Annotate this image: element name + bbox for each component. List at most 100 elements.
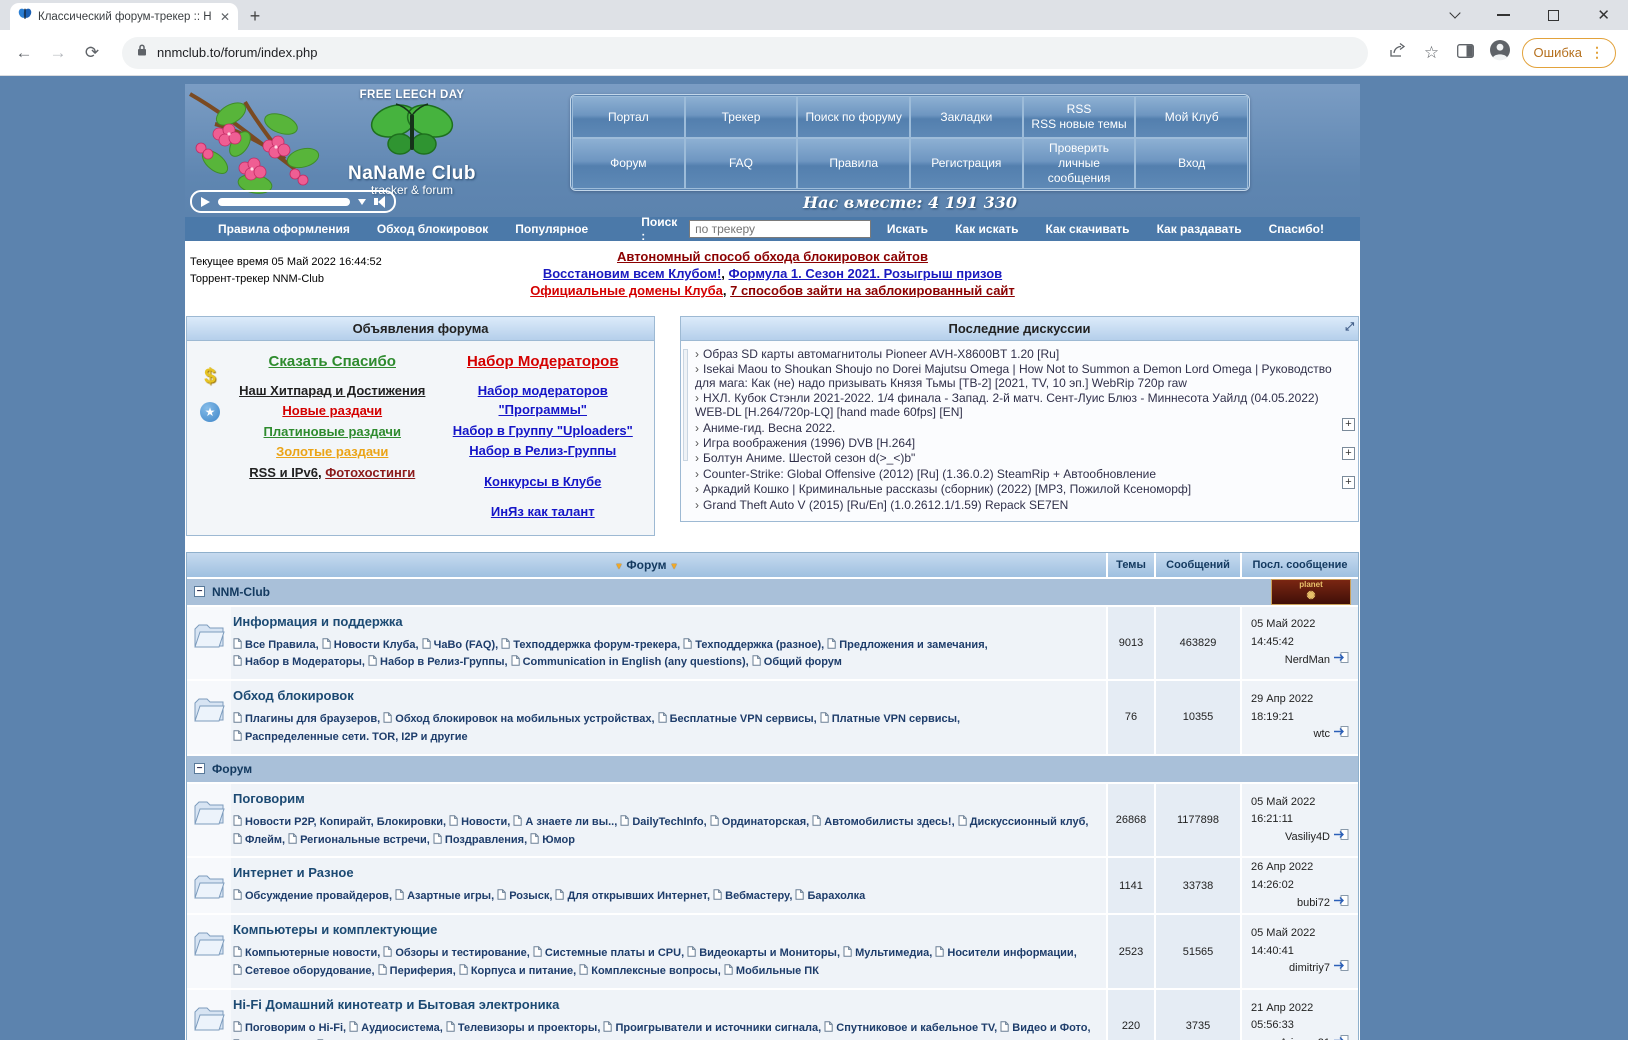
sort-arrow-icon[interactable]: ▼ xyxy=(670,561,679,571)
last-post-user[interactable]: wtc xyxy=(1314,726,1331,744)
subnav-link[interactable]: Спасибо! xyxy=(1269,222,1324,236)
subforum-link[interactable]: Комплексные вопросы xyxy=(579,964,718,977)
nav-button[interactable]: Трекер xyxy=(684,96,798,138)
announcement-link[interactable]: Наш Хитпарад и Достижения xyxy=(239,383,425,398)
subforum-link[interactable]: Автомобилисты здесь! xyxy=(812,815,952,828)
site-logo-title[interactable]: NaNaMe Club xyxy=(337,163,487,185)
window-chevron-icon[interactable] xyxy=(1449,7,1462,19)
subforum-link[interactable]: Обсуждение провайдеров xyxy=(233,889,389,902)
subforum-link[interactable]: Проигрыватели и источники сигнала xyxy=(603,1021,818,1034)
discussion-link[interactable]: › Аниме-гид. Весна 2022. xyxy=(695,421,1338,436)
goto-last-post-icon[interactable] xyxy=(1334,651,1349,670)
nav-button[interactable]: Правила xyxy=(797,138,911,189)
nav-button[interactable]: Регистрация xyxy=(910,138,1023,189)
subforum-link[interactable]: Спутниковое и кабельное TV xyxy=(824,1021,994,1034)
subnav-link[interactable]: Популярное xyxy=(515,222,588,236)
expand-plus-icon[interactable]: + xyxy=(1342,447,1355,460)
announcement-link[interactable]: Формула 1. Сезон 2021. Розыгрыш призов xyxy=(729,266,1003,281)
subforum-link[interactable]: Общий форум xyxy=(752,655,842,668)
volume-icon[interactable] xyxy=(374,195,385,208)
tab-close-icon[interactable]: ✕ xyxy=(220,10,230,24)
nav-button[interactable]: Проверить личные сообщения xyxy=(1022,138,1136,189)
announcement-link[interactable]: Набор модераторов "Программы" xyxy=(478,383,608,418)
forum-title-link[interactable]: Поговорим xyxy=(233,791,305,806)
collapse-icon[interactable]: − xyxy=(194,763,205,775)
discussion-link[interactable]: › Isekai Maou to Shoukan Shoujo no Dorei … xyxy=(695,362,1338,391)
subforum-link[interactable]: Телевизоры и проекторы xyxy=(446,1021,597,1034)
subforum-link[interactable]: Обзоры и тестирование xyxy=(383,946,527,959)
last-post-user[interactable]: NerdMan xyxy=(1285,652,1330,670)
subforum-link[interactable]: Все Правила xyxy=(233,637,316,651)
subforum-link[interactable]: Техподдержка форум-трекера xyxy=(501,637,677,651)
subforum-link[interactable]: Видео и Фото xyxy=(1000,1021,1088,1034)
subforum-link[interactable]: ЧаВо (FAQ) xyxy=(422,637,495,651)
subforum-link[interactable]: Поговорим о Hi-Fi xyxy=(233,1021,343,1034)
subforum-link[interactable]: Видеокарты и Мониторы xyxy=(687,946,837,959)
subforum-link[interactable]: Набор в Релиз-Группы xyxy=(368,655,504,668)
discussions-scrollbar[interactable] xyxy=(683,349,688,461)
last-post-user[interactable]: bubi72 xyxy=(1297,895,1330,913)
profile-avatar[interactable] xyxy=(1488,39,1512,66)
subforum-link[interactable]: Мобильные ПК xyxy=(724,964,819,977)
subforum-link[interactable]: А знаете ли вы.. xyxy=(513,815,614,828)
subforum-link[interactable]: Системные платы и CPU xyxy=(533,946,681,959)
play-icon[interactable] xyxy=(201,196,210,207)
last-post-user[interactable]: Arianne21 xyxy=(1280,1035,1330,1040)
subforum-link[interactable]: Флейм xyxy=(233,832,282,846)
box-resize-icon[interactable]: ⤢ xyxy=(1345,321,1354,334)
planet-logo[interactable]: planet ✺ xyxy=(1271,578,1351,605)
address-bar[interactable]: nnmclub.to/forum/index.php xyxy=(122,36,1368,69)
expand-plus-icon[interactable]: + xyxy=(1342,418,1355,431)
browser-tab[interactable]: Классический форум-трекер :: Н ✕ xyxy=(10,3,238,30)
forum-title-link[interactable]: Hi-Fi Домашний кинотеатр и Бытовая элект… xyxy=(233,997,559,1012)
goto-last-post-icon[interactable] xyxy=(1334,1034,1349,1040)
subforum-link[interactable]: Компьютерные новости xyxy=(233,946,377,959)
subforum-link[interactable]: Носители информации xyxy=(935,946,1074,959)
discussion-link[interactable]: › Игра воображения (1996) DVB [H.264] xyxy=(695,436,1338,451)
announcement-link[interactable]: RSS и IPv6 xyxy=(249,465,318,480)
player-dropdown-icon[interactable] xyxy=(358,198,366,205)
forward-icon[interactable]: → xyxy=(46,43,70,63)
discussion-link[interactable]: › Болтун Аниме. Шестой сезон d(>_<)b" xyxy=(695,451,1338,466)
expand-plus-icon[interactable]: + xyxy=(1342,476,1355,489)
share-icon[interactable] xyxy=(1386,42,1410,63)
nav-button[interactable]: Портал xyxy=(572,96,685,138)
subforum-link[interactable]: Барахолка xyxy=(795,889,865,902)
subforum-link[interactable]: Розыск xyxy=(497,889,549,902)
subforum-link[interactable]: Аудиосистема xyxy=(349,1021,440,1034)
subnav-link[interactable]: Как скачивать xyxy=(1046,222,1130,236)
announcement-link[interactable]: Официальные домены Клуба xyxy=(530,283,723,298)
goto-last-post-icon[interactable] xyxy=(1334,828,1349,847)
nav-button[interactable]: Вход xyxy=(1135,138,1249,189)
nav-button[interactable]: Мой Клуб xyxy=(1135,96,1249,138)
subforum-link[interactable]: Новости Клуба xyxy=(322,637,416,651)
reload-icon[interactable]: ⟳ xyxy=(80,43,104,63)
subforum-link[interactable]: Техподдержка (разное) xyxy=(683,637,821,651)
subforum-link[interactable]: Communication in English (any questions) xyxy=(511,655,746,668)
window-minimize-button[interactable] xyxy=(1497,14,1511,16)
subforum-link[interactable]: Региональные встречи xyxy=(288,832,427,846)
subforum-link[interactable]: Мультимедиа xyxy=(843,946,929,959)
subnav-link[interactable]: Обход блокировок xyxy=(377,222,488,236)
subforum-link[interactable]: Обход блокировок на мобильных устройства… xyxy=(383,712,651,725)
error-menu-button[interactable]: Ошибка ⋮ xyxy=(1521,37,1616,68)
last-post-user[interactable]: Vasiliy4D xyxy=(1285,829,1330,847)
announcement-link[interactable]: Фотохостинги xyxy=(325,465,415,480)
announcement-link[interactable]: Восстановим всем Клубом! xyxy=(543,266,721,281)
announcement-link[interactable]: Набор Модераторов xyxy=(467,353,619,370)
last-post-user[interactable]: dimitriy7 xyxy=(1289,960,1330,978)
subforum-link[interactable]: Периферия xyxy=(378,964,453,977)
announcement-link[interactable]: Сказать Спасибо xyxy=(269,353,396,370)
discussion-link[interactable]: › Grand Theft Auto V (2015) [Ru/En] (1.0.… xyxy=(695,498,1338,513)
announcement-link[interactable]: Конкурсы в Клубе xyxy=(484,474,601,489)
subforum-link[interactable]: Вебмастеру xyxy=(713,889,789,902)
announcement-link[interactable]: Платиновые раздачи xyxy=(264,424,401,439)
subforum-link[interactable]: Юмор xyxy=(530,832,575,846)
nav-button[interactable]: Поиск по форуму xyxy=(797,96,911,138)
announcement-link[interactable]: Новые раздачи xyxy=(282,403,382,418)
goto-last-post-icon[interactable] xyxy=(1334,894,1349,913)
collapse-icon[interactable]: − xyxy=(194,586,205,597)
discussion-link[interactable]: › Counter-Strike: Global Offensive (2012)… xyxy=(695,467,1338,482)
announcement-link[interactable]: 7 способов зайти на заблокированный сайт xyxy=(730,283,1015,298)
subforum-link[interactable]: Плагины для браузеров xyxy=(233,712,377,725)
